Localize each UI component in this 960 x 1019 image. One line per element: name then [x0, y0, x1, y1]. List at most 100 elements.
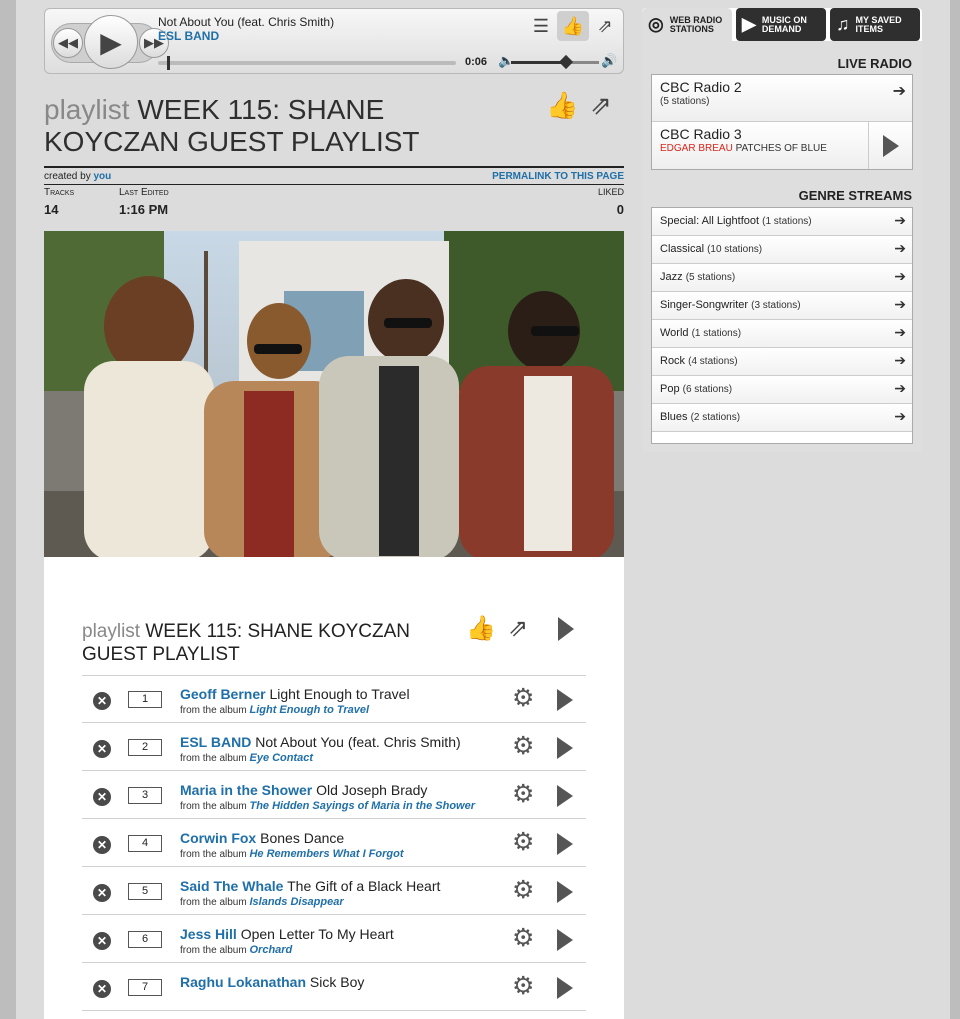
remove-track-button[interactable]: ✕ — [93, 884, 111, 902]
track-options-button[interactable]: ⚙ — [512, 830, 534, 855]
track-position-input[interactable]: 1 — [128, 691, 162, 708]
genre-item[interactable]: World (1 stations) ➔ — [652, 320, 912, 348]
play-track-button[interactable] — [557, 785, 573, 807]
volume-handle[interactable] — [558, 54, 574, 70]
remove-track-button[interactable]: ✕ — [93, 980, 111, 998]
track-position-input[interactable]: 2 — [128, 739, 162, 756]
album-link[interactable]: Islands Disappear — [249, 896, 343, 908]
genre-item[interactable]: Classical (10 stations) ➔ — [652, 236, 912, 264]
track-title: Jess Hill Open Letter To My Heart — [180, 926, 394, 942]
play-track-button[interactable] — [557, 881, 573, 903]
track-position-input[interactable]: 5 — [128, 883, 162, 900]
table-row[interactable]: ✕ 2 ESL BAND Not About You (feat. Chris … — [82, 724, 586, 771]
track-position-input[interactable]: 7 — [128, 979, 162, 996]
track-artist[interactable]: Maria in the Shower — [180, 782, 312, 798]
created-by-user[interactable]: you — [93, 171, 111, 182]
close-icon: ✕ — [96, 790, 108, 804]
track-artist[interactable]: Said The Whale — [180, 878, 283, 894]
progress-handle[interactable] — [167, 56, 170, 70]
now-playing-artist[interactable]: ESL BAND — [158, 29, 219, 43]
track-position-input[interactable]: 4 — [128, 835, 162, 852]
now-playing-artist: EDGAR BREAU — [660, 143, 733, 154]
track-name: Bones Dance — [260, 830, 345, 846]
play-track-button[interactable] — [557, 929, 573, 951]
genre-streams-heading: GENRE STREAMS — [798, 188, 912, 203]
permalink-link[interactable]: PERMALINK TO THIS PAGE — [440, 171, 624, 182]
station-count: (5 stations) — [660, 96, 710, 107]
music-folder-icon: ♫ — [836, 14, 850, 34]
close-icon: ✕ — [96, 982, 108, 996]
genre-count: (1 stations) — [691, 328, 742, 339]
table-row[interactable]: ✕ 1 Geoff Berner Light Enough to Travel … — [82, 676, 586, 723]
track-artist[interactable]: ESL BAND — [180, 734, 251, 750]
track-artist[interactable]: Corwin Fox — [180, 830, 256, 846]
remove-track-button[interactable]: ✕ — [93, 932, 111, 950]
progress-bar[interactable] — [158, 56, 456, 70]
remove-track-button[interactable]: ✕ — [93, 740, 111, 758]
share-playlist-button[interactable]: ⇗ — [508, 614, 528, 643]
album-link[interactable]: Light Enough to Travel — [249, 704, 369, 716]
elapsed-time: 0:06 — [465, 56, 488, 68]
genre-name: Jazz — [660, 271, 683, 283]
album-link[interactable]: Eye Contact — [249, 752, 313, 764]
track-title: Corwin Fox Bones Dance — [180, 830, 344, 846]
track-position-input[interactable]: 3 — [128, 787, 162, 804]
play-track-button[interactable] — [557, 977, 573, 999]
genre-item[interactable]: Rock (4 stations) ➔ — [652, 348, 912, 376]
remove-track-button[interactable]: ✕ — [93, 836, 111, 854]
genre-item[interactable]: Jazz (5 stations) ➔ — [652, 264, 912, 292]
table-row[interactable]: ✕ 7 Raghu Lokanathan Sick Boy ⚙ — [82, 964, 586, 1011]
tab-web-radio-stations[interactable]: ◎ WEB RADIO STATIONS — [642, 8, 732, 41]
play-track-button[interactable] — [557, 833, 573, 855]
track-options-button[interactable]: ⚙ — [512, 782, 534, 807]
genre-item[interactable]: Blues (2 stations) ➔ — [652, 404, 912, 432]
track-options-button[interactable]: ⚙ — [512, 974, 534, 999]
album-link[interactable]: He Remembers What I Forgot — [249, 848, 403, 860]
track-options-button[interactable]: ⚙ — [512, 734, 534, 759]
track-artist[interactable]: Geoff Berner — [180, 686, 266, 702]
gear-icon: ⚙ — [512, 684, 535, 712]
volume-slider[interactable] — [511, 54, 599, 70]
tab-music-on-demand[interactable]: ▶ MUSIC ON DEMAND — [736, 8, 826, 41]
play-station-button[interactable] — [868, 122, 912, 169]
genre-name: Pop — [660, 383, 680, 395]
play-all-button[interactable] — [558, 617, 574, 641]
track-options-button[interactable]: ⚙ — [512, 926, 534, 951]
table-row[interactable]: ✕ 5 Said The Whale The Gift of a Black H… — [82, 868, 586, 915]
play-track-button[interactable] — [557, 737, 573, 759]
track-artist[interactable]: Jess Hill — [180, 926, 237, 942]
track-title: Raghu Lokanathan Sick Boy — [180, 974, 364, 990]
track-position-input[interactable]: 6 — [128, 931, 162, 948]
tab-my-saved-items[interactable]: ♫ MY SAVED ITEMS — [830, 8, 920, 41]
remove-track-button[interactable]: ✕ — [93, 692, 111, 710]
previous-track-button[interactable]: ◀◀ — [53, 28, 83, 58]
divider — [44, 166, 624, 168]
like-playlist-button[interactable]: 👍 — [546, 90, 578, 121]
share-playlist-button[interactable]: ⇗ — [590, 90, 612, 121]
remove-track-button[interactable]: ✕ — [93, 788, 111, 806]
thumbs-up-icon: 👍 — [466, 615, 496, 642]
tracks-count: 14 — [44, 202, 59, 217]
genre-count: (2 stations) — [690, 412, 741, 423]
like-playlist-button[interactable]: 👍 — [466, 614, 496, 643]
track-options-button[interactable]: ⚙ — [512, 878, 534, 903]
station-item[interactable]: CBC Radio 3 EDGAR BREAU PATCHES OF BLUE — [652, 122, 912, 169]
table-row[interactable]: ✕ 3 Maria in the Shower Old Joseph Brady… — [82, 772, 586, 819]
album-link[interactable]: Orchard — [249, 944, 292, 956]
like-track-button[interactable]: 👍 — [557, 11, 589, 41]
track-options-button[interactable]: ⚙ — [512, 686, 534, 711]
album-link[interactable]: The Hidden Sayings of Maria in the Showe… — [249, 800, 475, 812]
table-row[interactable]: ✕ 4 Corwin Fox Bones Dance from the albu… — [82, 820, 586, 867]
genre-label: World (1 stations) — [660, 327, 741, 339]
play-button[interactable]: ▶ — [84, 15, 138, 69]
track-artist[interactable]: Raghu Lokanathan — [180, 974, 306, 990]
genre-name: World — [660, 327, 689, 339]
play-track-button[interactable] — [557, 689, 573, 711]
station-item[interactable]: CBC Radio 2 (5 stations) ➔ — [652, 75, 912, 122]
genre-item[interactable]: Pop (6 stations) ➔ — [652, 376, 912, 404]
table-row[interactable]: ✕ 6 Jess Hill Open Letter To My Heart fr… — [82, 916, 586, 963]
genre-item[interactable]: Special: All Lightfoot (1 stations) ➔ — [652, 208, 912, 236]
add-to-playlist-button[interactable]: ☰ — [525, 11, 557, 41]
genre-item[interactable]: Singer-Songwriter (3 stations) ➔ — [652, 292, 912, 320]
share-track-button[interactable]: ⇗ — [589, 11, 621, 41]
